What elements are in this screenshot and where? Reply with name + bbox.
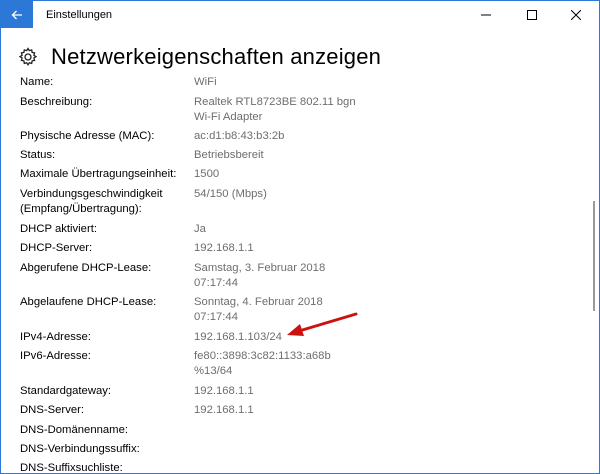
settings-window: Einstellungen Netzwerkeigenschaften anze…	[0, 0, 600, 474]
lease-expires-label: Abgelaufene DHCP-Lease:	[20, 296, 157, 308]
close-icon	[571, 9, 581, 20]
lease-obtained-value: Samstag, 3. Februar 2018 07:17:44	[194, 262, 326, 289]
link-speed-label: Verbindungsgeschwindigkeit (Empfang/Über…	[20, 188, 163, 215]
link-speed-value: 54/150 (Mbps)	[194, 188, 267, 200]
minimize-icon	[481, 14, 491, 15]
description-value: Realtek RTL8723BE 802.11 bgn Wi-Fi Adapt…	[194, 96, 356, 123]
app-title: Einstellungen	[46, 9, 113, 21]
dns-domain-label: DNS-Domänenname:	[20, 424, 128, 436]
vertical-scrollbar[interactable]	[593, 201, 595, 311]
default-gateway-value: 192.168.1.1	[194, 385, 254, 397]
mtu-label: Maximale Übertragungseinheit:	[20, 168, 177, 180]
ipv4-address-value: 192.168.1.103/24	[194, 331, 282, 343]
lease-obtained-label: Abgerufene DHCP-Lease:	[20, 262, 152, 274]
dns-server-value: 192.168.1.1	[194, 404, 254, 416]
page-title: Netzwerkeigenschaften anzeigen	[51, 44, 382, 69]
dns-server-label: DNS-Server:	[20, 404, 85, 416]
description-label: Beschreibung:	[20, 96, 93, 108]
dhcp-enabled-label: DHCP aktiviert:	[20, 223, 98, 235]
dhcp-server-label: DHCP-Server:	[20, 242, 93, 254]
status-label: Status:	[20, 149, 56, 161]
title-bar: Einstellungen	[1, 1, 599, 32]
status-value: Betriebsbereit	[194, 149, 264, 161]
ipv6-address-label: IPv6-Adresse:	[20, 350, 91, 362]
default-gateway-label: Standardgateway:	[20, 385, 112, 397]
ipv6-address-value: fe80::3898:3c82:1133:a68b %13/64	[194, 350, 331, 377]
dhcp-enabled-value: Ja	[194, 223, 206, 235]
name-value: WiFi	[194, 76, 217, 88]
page-header: Netzwerkeigenschaften anzeigen	[18, 43, 381, 71]
mac-address-label: Physische Adresse (MAC):	[20, 130, 155, 142]
gear-icon	[18, 47, 38, 67]
back-button[interactable]	[1, 1, 33, 28]
dns-search-list-label: DNS-Suffixsuchliste:	[20, 462, 123, 474]
dns-suffix-label: DNS-Verbindungssuffix:	[20, 443, 140, 455]
close-button[interactable]	[553, 1, 599, 28]
mac-address-value: ac:d1:b8:43:b3:2b	[194, 130, 285, 142]
minimize-button[interactable]	[463, 1, 509, 28]
name-label: Name:	[20, 76, 54, 88]
mtu-value: 1500	[194, 168, 220, 180]
maximize-icon	[527, 9, 537, 20]
dhcp-server-value: 192.168.1.1	[194, 242, 254, 254]
ipv4-address-label: IPv4-Adresse:	[20, 331, 91, 343]
annotation-arrow-icon	[287, 312, 358, 336]
back-arrow-icon	[11, 10, 22, 19]
maximize-button[interactable]	[509, 1, 555, 28]
